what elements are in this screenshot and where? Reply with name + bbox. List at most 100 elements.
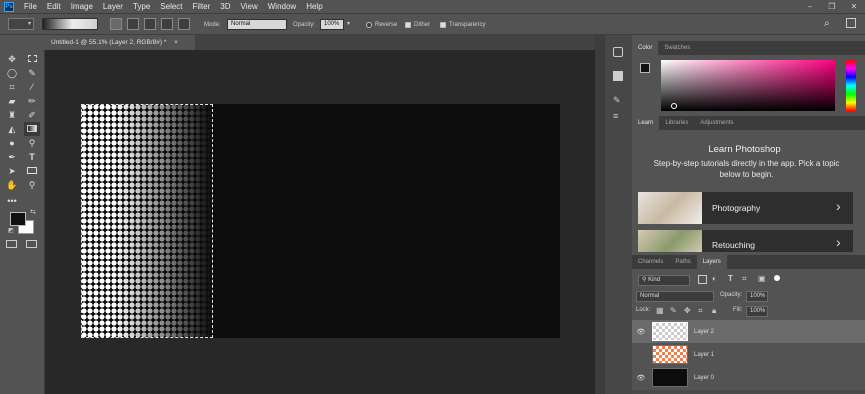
- opacity-input[interactable]: 100%: [320, 19, 344, 30]
- filter-type-icon[interactable]: T: [728, 274, 733, 283]
- filter-adjustment-icon[interactable]: ◐: [712, 274, 717, 283]
- radial-gradient-button[interactable]: [127, 18, 139, 30]
- kind-filter-select[interactable]: ⚲ Kind: [638, 275, 690, 286]
- lock-position-icon[interactable]: ✥: [684, 306, 691, 315]
- color-field[interactable]: [661, 60, 835, 111]
- topic-card-retouching[interactable]: Retouching ›: [638, 230, 853, 252]
- layer-name[interactable]: Layer 2: [694, 329, 714, 335]
- layer-row-layer-1[interactable]: Layer 1: [632, 343, 865, 366]
- zoom-tool-icon[interactable]: ⚲: [24, 178, 40, 192]
- quick-mask-icon[interactable]: [6, 240, 17, 248]
- minimize-button[interactable]: –: [799, 2, 821, 11]
- color-picker-cursor[interactable]: [671, 103, 677, 109]
- topic-card-photography[interactable]: Photography ›: [638, 192, 853, 224]
- blend-mode-select[interactable]: Normal: [636, 291, 714, 302]
- marquee-selection[interactable]: [81, 104, 213, 338]
- angle-gradient-button[interactable]: [144, 18, 156, 30]
- hue-slider[interactable]: [846, 60, 856, 111]
- reverse-checkbox[interactable]: [366, 22, 372, 28]
- tab-channels[interactable]: Channels: [632, 255, 669, 269]
- swap-colors-icon[interactable]: ⇆: [30, 208, 36, 216]
- layer-fill-input[interactable]: 100%: [746, 306, 768, 317]
- stamp-tool-icon[interactable]: ♜: [4, 108, 20, 122]
- workspace-icon[interactable]: [846, 18, 856, 28]
- history-brush-tool-icon[interactable]: ✐: [24, 108, 40, 122]
- foreground-color-swatch[interactable]: [10, 212, 26, 226]
- tab-color[interactable]: Color: [632, 41, 659, 55]
- filter-smart-object-icon[interactable]: ▣: [758, 274, 766, 283]
- brush-tool-icon[interactable]: ✏: [24, 94, 40, 108]
- screen-mode-icon[interactable]: [26, 240, 37, 248]
- linear-gradient-button[interactable]: [110, 18, 122, 30]
- tab-layers[interactable]: Layers: [696, 255, 727, 269]
- close-window-button[interactable]: ✕: [843, 2, 865, 11]
- eyedropper-tool-icon[interactable]: ⁄: [24, 80, 40, 94]
- visibility-eye-icon[interactable]: 👁︎: [632, 374, 650, 382]
- filter-pixel-icon[interactable]: [698, 275, 707, 284]
- history-icon[interactable]: [613, 47, 623, 57]
- gradient-tool-icon[interactable]: [24, 122, 40, 136]
- blur-tool-icon[interactable]: ●: [4, 136, 20, 150]
- type-tool-icon[interactable]: T: [24, 150, 40, 164]
- document-tab[interactable]: Untitled-1 @ 55.1% (Layer 2, RGB/8#) * ×: [45, 35, 195, 50]
- visibility-eye-icon[interactable]: 👁︎: [632, 328, 650, 336]
- lasso-tool-icon[interactable]: ◯: [4, 66, 20, 80]
- lock-image-icon[interactable]: ✎: [670, 306, 677, 315]
- search-icon[interactable]: ⌕: [824, 18, 830, 29]
- close-tab-icon[interactable]: ×: [174, 39, 178, 46]
- brush-settings-icon[interactable]: ✎: [613, 95, 621, 106]
- tab-swatches[interactable]: Swatches: [658, 41, 696, 55]
- chevron-down-icon[interactable]: ▾: [347, 20, 350, 27]
- menu-view[interactable]: View: [241, 0, 258, 13]
- mode-select[interactable]: Normal: [227, 19, 287, 30]
- menu-type[interactable]: Type: [133, 0, 150, 13]
- lock-transparent-icon[interactable]: ▦: [656, 306, 664, 315]
- healing-tool-icon[interactable]: ▰: [4, 94, 20, 108]
- vertical-scrollbar[interactable]: [595, 35, 605, 394]
- default-colors-icon[interactable]: ◩: [8, 227, 14, 234]
- gradient-preview[interactable]: [42, 18, 98, 30]
- layer-name[interactable]: Layer 0: [694, 375, 714, 381]
- rectangle-tool-icon[interactable]: [24, 164, 40, 178]
- tab-learn[interactable]: Learn: [632, 116, 660, 130]
- layer-row-layer-2[interactable]: 👁︎ Layer 2: [632, 320, 865, 343]
- menu-select[interactable]: Select: [160, 0, 182, 13]
- more-tools-icon[interactable]: •••: [4, 194, 20, 208]
- tab-libraries[interactable]: Libraries: [659, 116, 694, 130]
- tab-paths[interactable]: Paths: [669, 255, 696, 269]
- tool-preset-picker[interactable]: ▾: [8, 18, 34, 30]
- transparency-checkbox[interactable]: [440, 22, 446, 28]
- diamond-gradient-button[interactable]: [178, 18, 190, 30]
- properties-icon[interactable]: [613, 71, 623, 81]
- dodge-tool-icon[interactable]: ⚲: [24, 136, 40, 150]
- menu-filter[interactable]: Filter: [193, 0, 211, 13]
- crop-tool-icon[interactable]: ⌗: [4, 80, 20, 94]
- restore-button[interactable]: ❐: [821, 2, 843, 11]
- menu-window[interactable]: Window: [268, 0, 296, 13]
- dither-checkbox[interactable]: [405, 22, 411, 28]
- menu-3d[interactable]: 3D: [220, 0, 230, 13]
- quick-select-tool-icon[interactable]: ✎: [24, 66, 40, 80]
- eraser-tool-icon[interactable]: ◭: [4, 122, 20, 136]
- menu-help[interactable]: Help: [306, 0, 322, 13]
- move-tool-icon[interactable]: ✥: [4, 52, 20, 66]
- menu-layer[interactable]: Layer: [103, 0, 123, 13]
- filter-shape-icon[interactable]: ⌗: [742, 274, 747, 284]
- menu-image[interactable]: Image: [71, 0, 93, 13]
- lock-artboard-icon[interactable]: ⌗: [698, 306, 703, 316]
- layer-row-layer-0[interactable]: 👁︎ Layer 0: [632, 366, 865, 389]
- menu-edit[interactable]: Edit: [47, 0, 61, 13]
- color-fg-swatch[interactable]: [640, 63, 650, 73]
- hand-tool-icon[interactable]: ✋: [4, 178, 20, 192]
- tab-adjustments[interactable]: Adjustments: [694, 116, 739, 130]
- adjust-sliders-icon[interactable]: ≡: [613, 111, 618, 121]
- layer-name[interactable]: Layer 1: [694, 352, 714, 358]
- layer-opacity-input[interactable]: 100%: [746, 291, 768, 302]
- lock-all-icon[interactable]: 🔒︎: [712, 306, 716, 316]
- marquee-tool-icon[interactable]: [24, 52, 40, 66]
- filter-toggle-icon[interactable]: [774, 275, 780, 281]
- menu-file[interactable]: File: [24, 0, 37, 13]
- reflected-gradient-button[interactable]: [161, 18, 173, 30]
- path-select-tool-icon[interactable]: ➤: [4, 164, 20, 178]
- pen-tool-icon[interactable]: ✒: [4, 150, 20, 164]
